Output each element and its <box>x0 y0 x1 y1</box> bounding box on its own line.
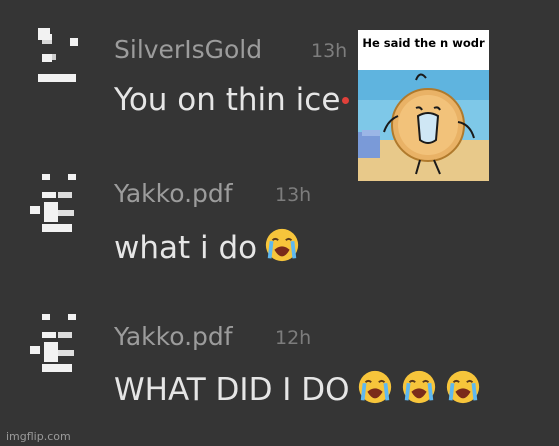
message-text: what i do <box>114 226 301 266</box>
loudly-crying-face-icon <box>446 370 479 404</box>
loudly-crying-face-icon <box>402 370 435 404</box>
message-text: You on thin ice <box>114 82 350 118</box>
pixel-avatar-icon <box>30 314 76 372</box>
message-text: WHAT DID I DO <box>114 368 482 408</box>
pixel-avatar-icon <box>38 28 78 82</box>
imgflip-watermark: imgflip.com <box>6 430 71 443</box>
timestamp: 13h <box>311 40 348 62</box>
reaction-dot <box>342 97 350 104</box>
username[interactable]: SilverIsGold <box>114 35 262 64</box>
meme-caption: He said the n wodr <box>362 36 485 50</box>
user-avatar[interactable] <box>28 24 84 92</box>
loudly-crying-face-icon <box>265 228 299 262</box>
username[interactable]: Yakko.pdf <box>114 322 233 351</box>
loudly-crying-face-icon <box>358 370 391 404</box>
donut-character-image <box>358 70 489 181</box>
username[interactable]: Yakko.pdf <box>114 179 233 208</box>
message-text-content: You on thin ice <box>114 82 341 118</box>
meme-image[interactable]: He said the n wodr <box>358 30 489 181</box>
timestamp: 12h <box>275 327 312 349</box>
message-text-content: what i do <box>114 230 258 266</box>
message-text-content: WHAT DID I DO <box>114 372 350 408</box>
pixel-avatar-icon <box>30 174 76 232</box>
user-avatar[interactable] <box>28 310 84 378</box>
user-avatar[interactable] <box>28 170 84 238</box>
timestamp: 13h <box>275 184 312 206</box>
